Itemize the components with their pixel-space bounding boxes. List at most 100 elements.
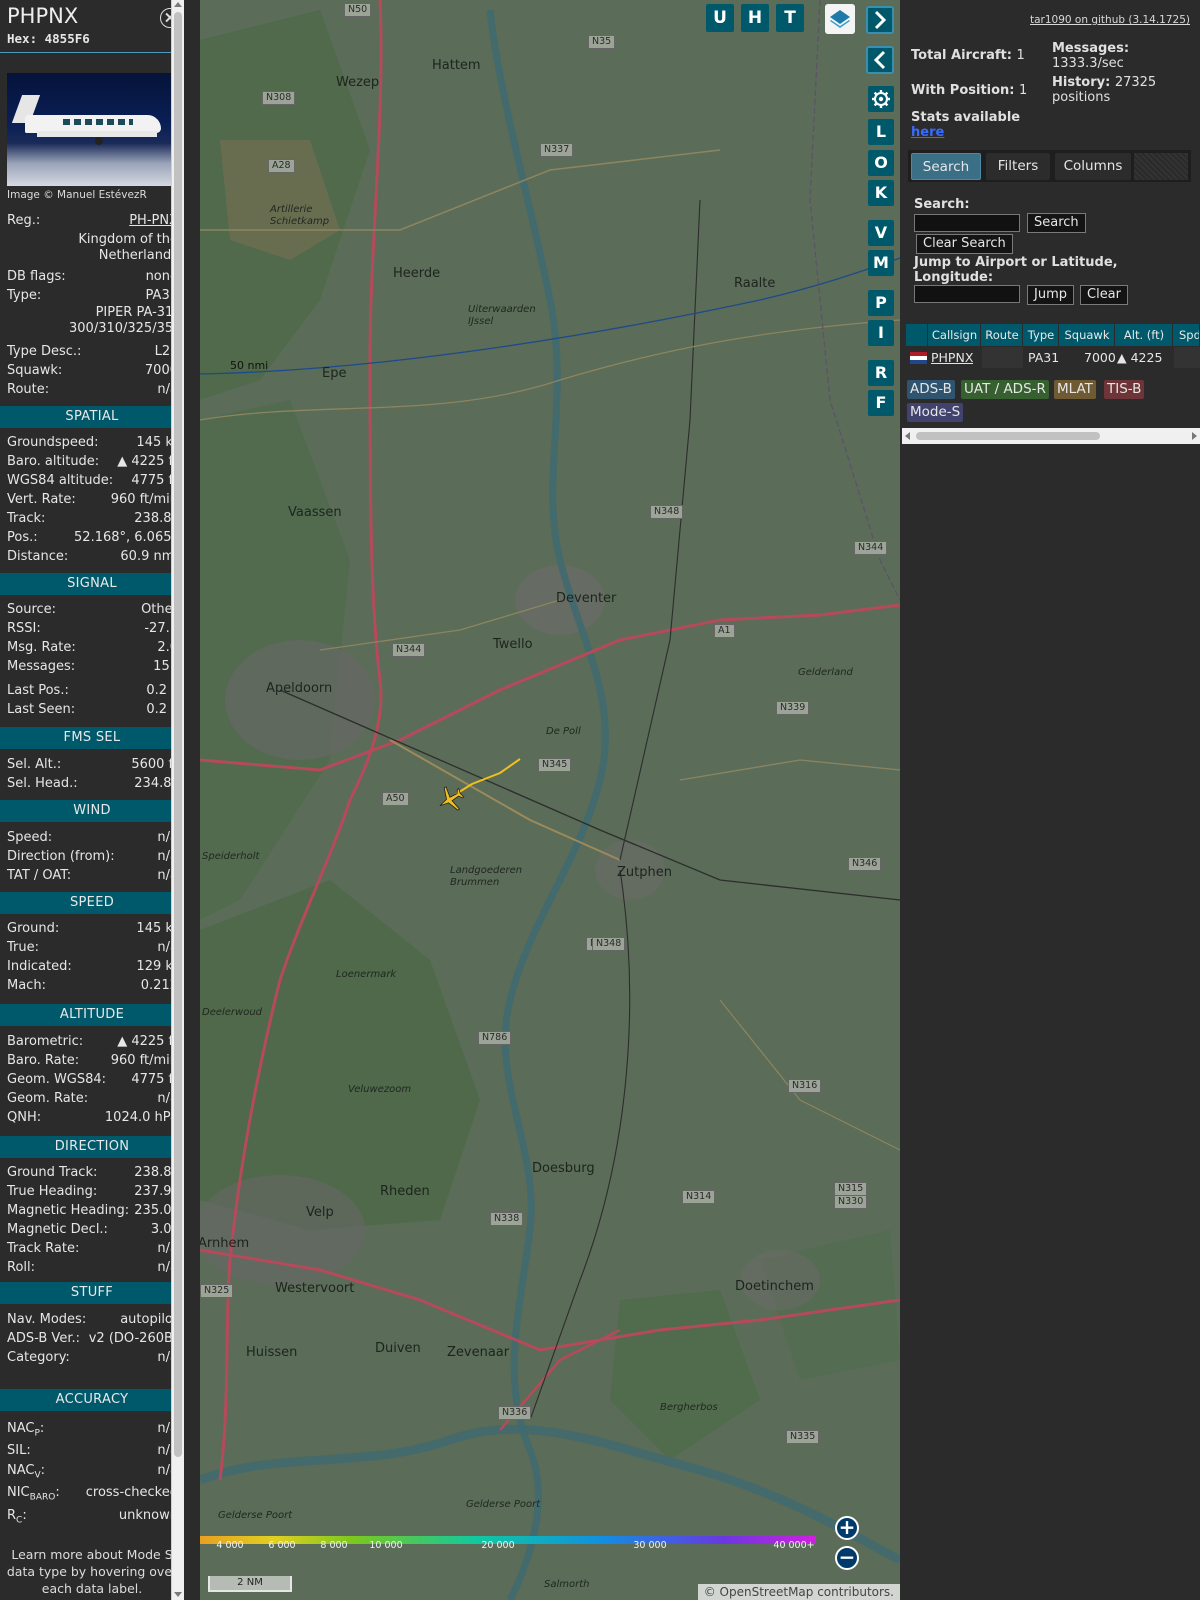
jump-button[interactable]: Jump xyxy=(1027,285,1074,305)
info-row-label[interactable]: NACP: xyxy=(7,1420,44,1443)
toggle-f-button[interactable]: F xyxy=(868,390,894,416)
info-row: Geom. WGS84: 4775 ft xyxy=(7,1071,178,1089)
toggle-v-button[interactable]: V xyxy=(868,220,894,246)
info-row: True: n/a xyxy=(7,939,178,957)
tab-search[interactable]: Search xyxy=(911,153,981,180)
map-area-label: Bergherbos xyxy=(660,1402,718,1413)
show-sidebar-button[interactable] xyxy=(866,46,894,74)
zoom-in-button[interactable]: + xyxy=(835,1516,859,1540)
scrollbar-thumb[interactable] xyxy=(916,432,1100,440)
map-road-label: N345 xyxy=(538,758,572,772)
column-header-altitude[interactable]: Alt. (ft) xyxy=(1116,324,1173,346)
tab-columns[interactable]: Columns xyxy=(1055,153,1131,180)
table-row[interactable]: PHPNX PA31 7000 ▲ 4225 xyxy=(906,347,1200,368)
layers-button[interactable] xyxy=(825,4,855,34)
header-divider xyxy=(0,52,180,53)
info-row-label[interactable]: NACV: xyxy=(7,1462,45,1485)
column-header-flag[interactable] xyxy=(906,324,928,346)
map-road-label: N346 xyxy=(848,857,882,871)
info-row-label: Category: xyxy=(7,1350,70,1365)
info-row: Magnetic Decl.: 3.0° xyxy=(7,1221,178,1239)
github-version-link[interactable]: tar1090 on github (3.14.1725) xyxy=(1030,14,1190,26)
info-row-label: Roll: xyxy=(7,1260,36,1275)
info-panel-scrollbar[interactable] xyxy=(171,0,184,1600)
table-horizontal-scrollbar[interactable] xyxy=(902,428,1200,444)
map-attribution[interactable]: © OpenStreetMap contributors. xyxy=(697,1584,900,1600)
toggle-u-button[interactable]: U xyxy=(706,4,734,32)
info-row: DB flags: none xyxy=(7,268,178,286)
panel-tabs: Search Filters Columns xyxy=(908,150,1191,182)
info-row: Sel. Alt.: 5600 ft xyxy=(7,756,178,774)
info-row-value: ▲ 4225 ft xyxy=(117,1034,178,1049)
scroll-left-arrow-icon[interactable] xyxy=(905,432,910,440)
with-position-label: With Position: xyxy=(911,83,1015,98)
map-city-label: Huissen xyxy=(246,1345,298,1360)
toggle-h-button[interactable]: H xyxy=(741,4,769,32)
scroll-down-arrow-icon[interactable] xyxy=(174,1592,182,1597)
tab-filters[interactable]: Filters xyxy=(986,153,1050,180)
info-row: Ground Track: 238.8° xyxy=(7,1164,178,1182)
map-road-label: N344 xyxy=(854,541,888,555)
toggle-t-button[interactable]: T xyxy=(776,4,804,32)
column-header-callsign[interactable]: Callsign xyxy=(929,324,981,346)
info-row: NACP: n/a xyxy=(7,1420,178,1439)
altitude-tick: 10 000 xyxy=(369,1540,403,1551)
toggle-k-button[interactable]: K xyxy=(868,180,894,206)
info-row: QNH: 1024.0 hPa xyxy=(7,1109,178,1127)
map-view[interactable]: Hattem Wezep Heerde Raalte Epe Vaassen Devente… xyxy=(200,0,900,1600)
info-row-label: Ground Track: xyxy=(7,1165,98,1180)
total-aircraft-label: Total Aircraft: xyxy=(911,48,1012,63)
info-row: Speed: n/a xyxy=(7,829,178,847)
map-road-label: A28 xyxy=(268,159,295,173)
source-badge: MLAT xyxy=(1054,380,1096,399)
search-input[interactable] xyxy=(914,214,1020,232)
info-row: SIL: n/a xyxy=(7,1442,178,1460)
column-header-squawk[interactable]: Squawk xyxy=(1060,324,1115,346)
info-row-label: Distance: xyxy=(7,549,69,564)
column-header-type[interactable]: Type xyxy=(1024,324,1059,346)
stats-here-link[interactable]: here xyxy=(911,125,944,140)
clear-search-button[interactable]: Clear Search xyxy=(916,234,1013,254)
scrollbar-thumb[interactable] xyxy=(174,12,182,1457)
aircraft-marker-icon[interactable] xyxy=(436,784,466,814)
toggle-p-button[interactable]: P xyxy=(868,290,894,316)
label-main: NIC xyxy=(7,1485,30,1500)
info-row-label: Speed: xyxy=(7,830,53,845)
toggle-l-button[interactable]: L xyxy=(868,119,894,145)
info-row-label[interactable]: NICBARO: xyxy=(7,1484,60,1507)
info-row-value: v2 (DO-260B) xyxy=(88,1331,178,1346)
info-row: Geom. Rate: n/a xyxy=(7,1090,178,1108)
info-row-label: Last Seen: xyxy=(7,702,76,717)
toggle-i-button[interactable]: I xyxy=(868,320,894,346)
info-row-label: Direction (from): xyxy=(7,849,115,864)
column-header-route[interactable]: Route xyxy=(982,324,1023,346)
info-row-label: Pos.: xyxy=(7,530,38,545)
cell-callsign[interactable]: PHPNX xyxy=(931,347,973,368)
toggle-m-button[interactable]: M xyxy=(868,250,894,276)
map-road-label: N308 xyxy=(262,91,296,105)
search-button[interactable]: Search xyxy=(1027,213,1086,233)
scroll-up-arrow-icon[interactable] xyxy=(174,2,182,7)
info-row-value: Kingdom of the Netherlands xyxy=(78,232,178,263)
clear-button[interactable]: Clear xyxy=(1080,285,1128,305)
toggle-r-button[interactable]: R xyxy=(868,360,894,386)
jump-input[interactable] xyxy=(914,285,1020,303)
altitude-tick: 6 000 xyxy=(268,1540,296,1551)
gear-icon xyxy=(872,90,890,108)
section-header-speed: SPEED xyxy=(0,892,184,914)
toggle-o-button[interactable]: O xyxy=(868,150,894,176)
info-row-value: 52.168°, 6.065° xyxy=(74,530,178,545)
altitude-tick: 8 000 xyxy=(320,1540,348,1551)
scroll-right-arrow-icon[interactable] xyxy=(1192,432,1197,440)
column-header-speed[interactable]: Spd xyxy=(1174,324,1200,346)
map-area-label: Speiderholt xyxy=(202,851,260,862)
aircraft-list-panel: tar1090 on github (3.14.1725) Total Airc… xyxy=(900,0,1200,1600)
info-row-label[interactable]: RC: xyxy=(7,1507,27,1530)
settings-button[interactable] xyxy=(868,86,894,112)
label-sub: C xyxy=(16,1515,23,1526)
info-row-label: Baro. altitude: xyxy=(7,454,100,469)
aircraft-photo[interactable] xyxy=(7,73,178,186)
zoom-out-button[interactable]: − xyxy=(835,1546,859,1570)
info-row-label: Type Desc.: xyxy=(7,344,82,359)
hide-sidebar-button[interactable] xyxy=(866,6,894,34)
